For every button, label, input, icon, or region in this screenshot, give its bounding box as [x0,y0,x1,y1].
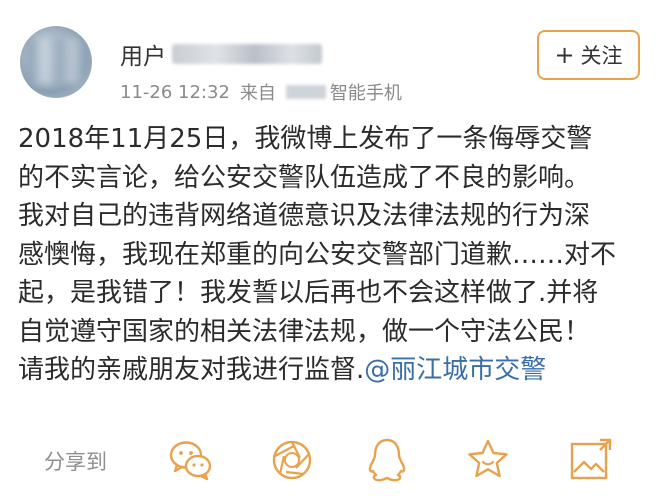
wechat-icon[interactable] [165,434,217,486]
post-timestamp: 11-26 12:32 [120,81,230,103]
content-line: 2018年11月25日，我微博上发布了一条侮辱交警 [18,124,593,154]
plus-icon: + [554,41,575,69]
blurred-username [172,44,322,64]
content-line: 自觉遵守国家的相关法律法规，做一个守法公民！ [18,316,591,347]
moments-icon[interactable] [266,434,318,486]
mention-link[interactable]: @丽江城市交警 [364,355,546,385]
author-name-prefix: 用户 [120,44,166,70]
content-line-last: 请我的亲戚朋友对我进行监督.@丽江城市交警 [18,351,648,390]
share-label: 分享到 [44,450,107,474]
blurred-device-brand [285,85,326,99]
source-prefix: 来自 [239,83,276,104]
follow-label: 关注 [580,44,623,68]
content-line-text: 请我的亲戚朋友对我进行监督. [18,355,365,385]
source-device: 智能手机 [329,83,402,104]
post-content: 2018年11月25日，我微博上发布了一条侮辱交警 的不实言论，给公安交警队伍造… [18,120,648,390]
share-bar: 分享到 [0,430,663,490]
follow-button[interactable]: + 关注 [537,30,640,80]
image-save-icon[interactable] [564,434,616,486]
content-line: 起，是我错了！我发誓以后再也不会这样做了.并将 [18,278,599,308]
favorite-star-icon[interactable] [462,434,514,486]
avatar[interactable] [20,26,92,98]
content-line: 的不实言论，给公安交警队伍造成了不良的影响。 [18,162,591,193]
content-line: 我对自己的违背网络道德意识及法律法规的行为深 [18,201,591,231]
post-meta: 11-26 12:32 来自 智能手机 [120,80,402,105]
author-name[interactable]: 用户 [120,38,322,70]
content-line: 感懊悔，我现在郑重的向公安交警部门道歉……对不 [18,239,617,270]
qq-icon[interactable] [361,434,413,486]
post-header: 用户 11-26 12:32 来自 智能手机 + 关注 [0,0,663,118]
